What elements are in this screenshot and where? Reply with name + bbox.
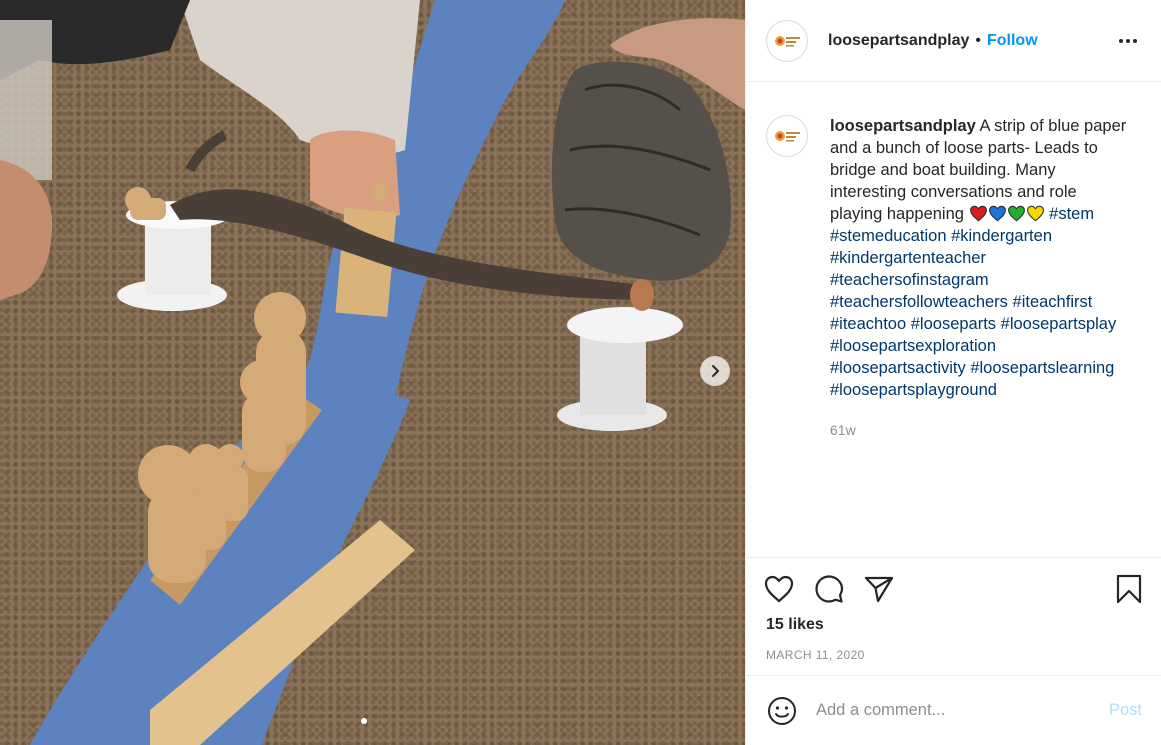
hashtag-link[interactable]: #kindergartenteacher — [830, 249, 986, 267]
actions-panel: 15 likes MARCH 11, 2020 — [746, 557, 1161, 675]
loose-parts-logo — [775, 131, 800, 142]
follow-button[interactable]: Follow — [987, 32, 1038, 50]
next-photo-button[interactable] — [700, 356, 730, 386]
hashtag-link[interactable]: #looseparts — [911, 315, 996, 333]
loose-parts-logo — [775, 35, 800, 46]
share-button[interactable] — [862, 572, 896, 606]
green-heart-icon — [1007, 205, 1025, 222]
hashtag-link[interactable]: #stemeducation — [830, 227, 947, 245]
carousel-indicator-dot — [361, 718, 367, 724]
hashtag-link[interactable]: #iteachtoo — [830, 315, 906, 333]
hashtag-link[interactable]: #iteachfirst — [1013, 293, 1093, 311]
comment-input[interactable] — [816, 701, 1086, 720]
emoji-button[interactable] — [766, 695, 798, 727]
separator-dot: • — [975, 31, 981, 49]
more-icon-dot — [1133, 38, 1137, 43]
post-username[interactable]: loosepartsandplay — [828, 32, 969, 50]
hashtag-link[interactable]: #teachersofinstagram — [830, 271, 989, 289]
heart-emojis — [969, 205, 1045, 223]
bookmark-icon — [1116, 574, 1142, 604]
caption: loosepartsandplay A strip of blue paper … — [766, 115, 1146, 441]
yellow-heart-icon — [1026, 205, 1044, 222]
heart-outline-icon — [764, 575, 794, 603]
post-header: loosepartsandplay • Follow — [746, 0, 1161, 82]
caption-avatar[interactable] — [766, 115, 808, 157]
likes-count[interactable]: 15 likes — [766, 616, 824, 634]
chevron-right-icon — [712, 365, 719, 377]
save-button[interactable] — [1112, 572, 1146, 606]
paper-plane-icon — [864, 576, 894, 603]
child-sleeve — [180, 0, 420, 155]
caption-username[interactable]: loosepartsandplay — [830, 117, 976, 135]
red-heart-icon — [969, 205, 987, 222]
tree-bark — [551, 61, 731, 281]
comment-bar: Post — [746, 675, 1161, 745]
hashtag-link[interactable]: #kindergarten — [951, 227, 1052, 245]
post-date: MARCH 11, 2020 — [766, 648, 865, 662]
caption-body: loosepartsandplay A strip of blue paper … — [830, 115, 1130, 441]
hashtag-list: #stem #stemeducation #kindergarten #kind… — [830, 205, 1116, 399]
more-icon-dot — [1126, 38, 1130, 43]
more-options-button[interactable] — [1115, 35, 1141, 47]
posted-ago[interactable]: 61w — [830, 419, 1130, 441]
more-icon-dot — [1119, 38, 1123, 43]
hashtag-link[interactable]: #loosepartsactivity — [830, 359, 966, 377]
hashtag-link[interactable]: #teachersfollowteachers — [830, 293, 1008, 311]
hashtag-link[interactable]: #loosepartslearning — [970, 359, 1114, 377]
post-comment-button[interactable]: Post — [1109, 701, 1142, 720]
hashtag-link[interactable]: #loosepartsplayground — [830, 381, 997, 399]
hashtag-link[interactable]: #loosepartsexploration — [830, 337, 996, 355]
action-icons — [764, 572, 1142, 606]
like-button[interactable] — [762, 572, 796, 606]
blue-heart-icon — [988, 205, 1006, 222]
hashtag-link[interactable]: #stem — [1049, 205, 1094, 223]
comment-icon — [815, 575, 844, 603]
post-sidebar: loosepartsandplay • Follow loosepartsand… — [745, 0, 1161, 745]
photo-scene — [0, 0, 745, 745]
hashtag-link[interactable]: #loosepartsplay — [1001, 315, 1117, 333]
smiley-icon — [768, 696, 796, 725]
avatar[interactable] — [766, 19, 808, 62]
child-hand — [310, 130, 400, 220]
clear-bin — [0, 20, 52, 180]
comment-button[interactable] — [812, 572, 846, 606]
post-photo[interactable] — [0, 0, 745, 745]
